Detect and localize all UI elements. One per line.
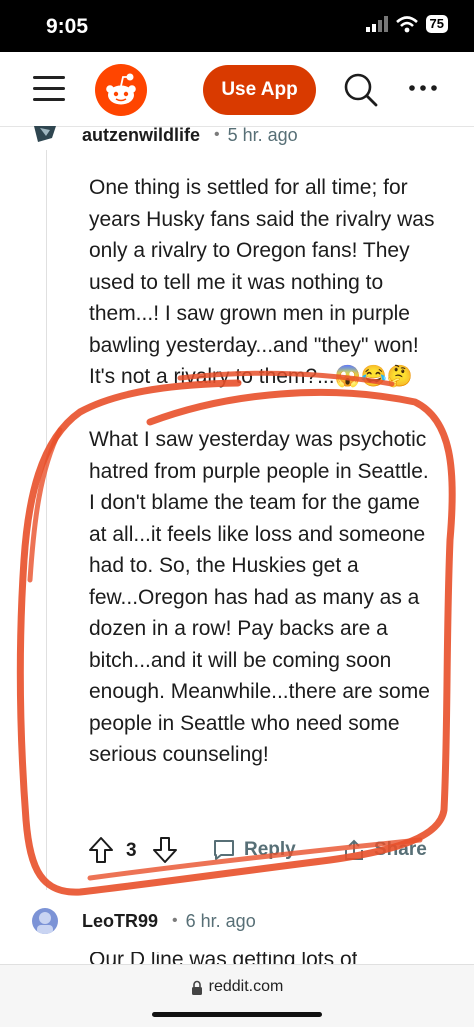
- status-time: 9:05: [46, 15, 89, 38]
- next-comment-time: 6 hr. ago: [185, 910, 256, 931]
- share-button[interactable]: Share: [342, 838, 427, 862]
- comment-avatar[interactable]: [32, 126, 58, 142]
- reply-icon: [214, 840, 234, 860]
- next-comment-body: Our D line was getting lots of: [89, 952, 357, 964]
- browser-bottom-bar: reddit.com: [0, 964, 474, 1027]
- status-bar: 9:05 75: [0, 0, 474, 52]
- comment-header: autzenwildlife • 5 hr. ago: [82, 120, 298, 150]
- comment-author[interactable]: autzenwildlife: [82, 125, 200, 146]
- comment-actions: 3 Reply Share: [88, 832, 448, 872]
- separator-dot: •: [172, 912, 178, 929]
- use-app-button[interactable]: Use App: [203, 65, 316, 115]
- upvote-button[interactable]: [88, 836, 114, 864]
- url-text: reddit.com: [208, 978, 284, 995]
- next-comment-avatar[interactable]: [32, 908, 58, 934]
- home-indicator: [152, 1012, 322, 1017]
- status-icons: 75: [365, 15, 448, 33]
- more-options-icon[interactable]: [408, 80, 438, 96]
- wifi-icon: [395, 15, 418, 32]
- reply-label: Reply: [244, 839, 296, 860]
- app-header: Use App: [0, 52, 474, 127]
- downvote-button[interactable]: [152, 836, 178, 864]
- next-comment-author[interactable]: LeoTR99: [82, 911, 158, 932]
- battery-icon: 75: [425, 15, 448, 33]
- next-comment-header: LeoTR99 • 6 hr. ago: [82, 906, 256, 936]
- vote-count: 3: [126, 840, 137, 861]
- hamburger-menu-icon[interactable]: [33, 76, 65, 102]
- separator-dot: •: [214, 126, 220, 143]
- next-comment-preview: Our D line was getting lots of: [89, 952, 358, 964]
- comment-time: 5 hr. ago: [227, 124, 298, 145]
- reddit-logo-icon[interactable]: [95, 64, 147, 116]
- downvote-icon: [153, 837, 177, 863]
- thread-line[interactable]: [46, 150, 47, 890]
- upvote-icon: [89, 837, 113, 863]
- reply-button[interactable]: Reply: [212, 838, 296, 862]
- share-label: Share: [374, 839, 427, 860]
- search-icon[interactable]: [343, 72, 379, 108]
- signal-icon: [365, 16, 388, 32]
- url-bar[interactable]: reddit.com: [0, 978, 474, 996]
- share-icon: [345, 839, 363, 860]
- lock-icon: [191, 980, 202, 995]
- comment-body: One thing is settled for all time; for y…: [89, 176, 435, 766]
